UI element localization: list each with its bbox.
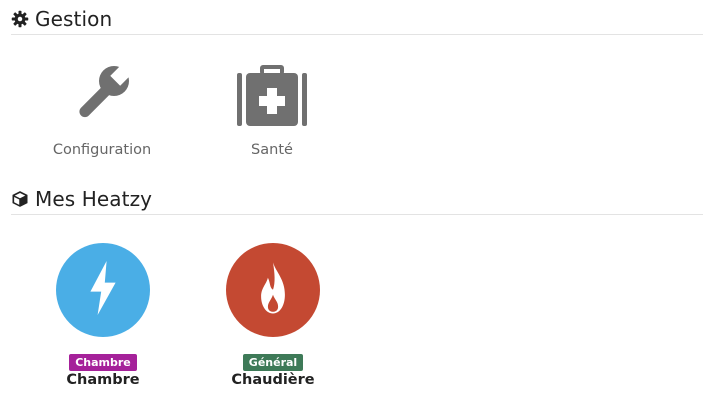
device-chambre-badge: Chambre [69,354,137,371]
sante-tile[interactable]: Santé [207,60,337,158]
section-title-heatzy: Mes Heatzy [35,187,153,211]
bolt-icon [85,259,121,321]
medical-kit-icon [207,60,337,134]
section-title-gestion: Gestion [35,7,113,31]
device-chambre-circle [56,243,150,337]
device-chaudiere-circle [226,243,320,337]
device-chambre-name: Chambre [66,372,140,388]
device-chaudiere[interactable]: Général Chaudière [203,243,343,388]
sante-label: Santé [251,142,293,158]
device-chaudiere-badge: Général [242,354,304,371]
device-chambre[interactable]: Chambre Chambre [33,243,173,388]
device-chaudiere-name: Chaudière [231,372,315,388]
cube-icon [11,190,29,208]
wrench-icon [37,60,167,134]
gear-icon [11,10,29,28]
section-header-gestion: Gestion [11,4,703,35]
flame-icon [256,260,290,320]
section-header-heatzy: Mes Heatzy [11,184,703,215]
configuration-label: Configuration [52,142,152,158]
configuration-tile[interactable]: Configuration [37,60,167,158]
